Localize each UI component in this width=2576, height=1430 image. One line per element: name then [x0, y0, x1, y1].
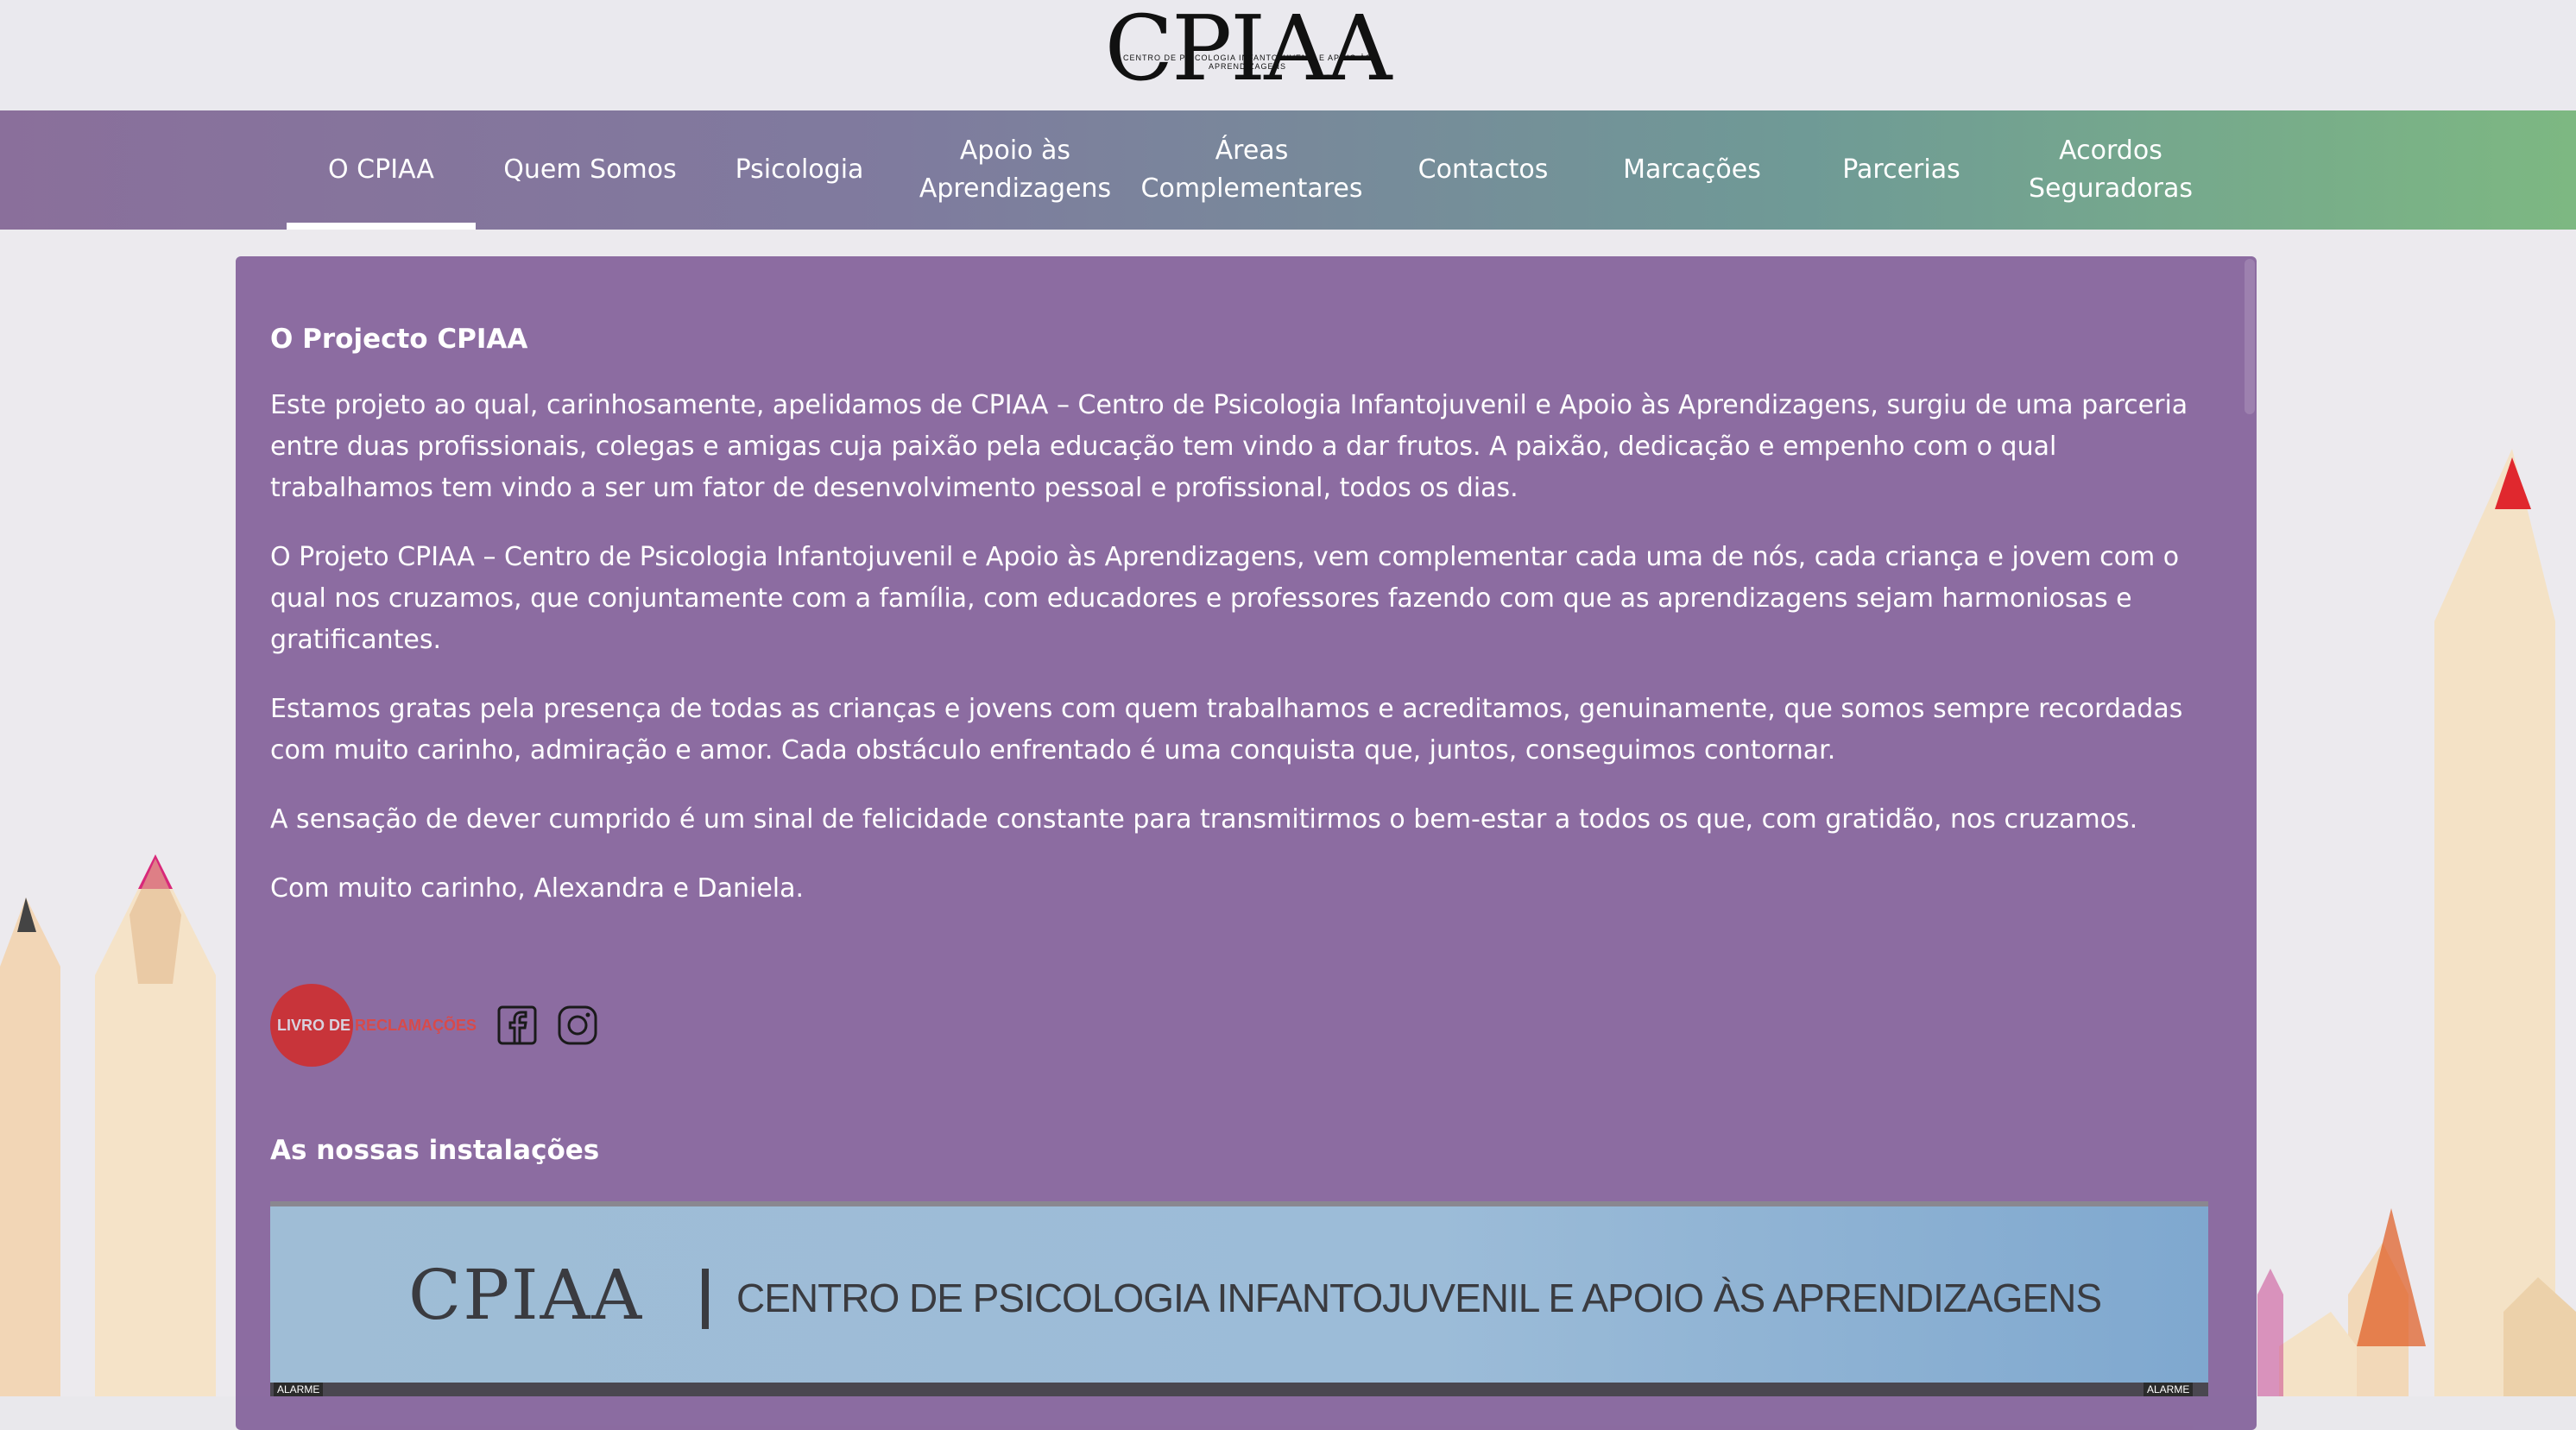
- nav-item-quem-somos[interactable]: Quem Somos: [488, 110, 692, 230]
- signature-paragraph: Com muito carinho, Alexandra e Daniela.: [270, 873, 805, 904]
- sign-divider: [702, 1269, 709, 1329]
- instagram-icon[interactable]: [557, 1005, 598, 1046]
- facebook-icon[interactable]: [496, 1005, 538, 1046]
- livro-reclamacoes-part2: RECLAMAÇÕES: [355, 1017, 477, 1034]
- paragraph: O Projeto CPIAA – Centro de Psicologia I…: [270, 542, 2180, 655]
- livro-reclamacoes-text: LIVRO DE RECLAMAÇÕES: [277, 1013, 477, 1037]
- paragraph: A sensação de dever cumprido é um sinal …: [270, 804, 2138, 835]
- scrollbar-thumb[interactable]: [2245, 259, 2255, 414]
- facilities-photo: CPIAA CENTRO DE PSICOLOGIA INFANTOJUVENI…: [270, 1201, 2208, 1396]
- sign-full-name: CENTRO DE PSICOLOGIA INFANTOJUVENIL E AP…: [736, 1276, 2102, 1320]
- nav-label: Áreas Complementares: [1140, 135, 1363, 204]
- facility-sign: CPIAA CENTRO DE PSICOLOGIA INFANTOJUVENI…: [270, 1206, 2208, 1388]
- alarm-label: ALARME: [274, 1383, 324, 1396]
- photo-bottom-strip: [270, 1383, 2208, 1396]
- nav-label: Parcerias: [1842, 154, 1960, 185]
- main-navigation: O CPIAA Quem Somos Psicologia Apoio às A…: [0, 110, 2576, 230]
- paragraph: Estamos gratas pela presença de todas as…: [270, 694, 2183, 765]
- paragraph: Este projeto ao qual, carinhosamente, ap…: [270, 390, 2188, 503]
- nav-label: Quem Somos: [503, 154, 677, 185]
- nav-item-areas-complementares[interactable]: Áreas Complementares: [1127, 110, 1377, 230]
- sign-brand: CPIAA: [408, 1255, 644, 1335]
- links-row: LIVRO DE RECLAMAÇÕES: [270, 984, 702, 1067]
- nav-item-o-cpiaa[interactable]: O CPIAA: [287, 110, 476, 230]
- livro-reclamacoes-link[interactable]: LIVRO DE RECLAMAÇÕES: [270, 984, 486, 1067]
- nav-item-parcerias[interactable]: Parcerias: [1822, 110, 1981, 230]
- livro-reclamacoes-part1: LIVRO DE: [277, 1017, 351, 1034]
- nav-label: Apoio às Aprendizagens: [919, 135, 1112, 204]
- section-title: O Projecto CPIAA: [270, 324, 528, 355]
- logo-text: CPIAA: [1104, 0, 1392, 101]
- logo-subtitle: CENTRO DE PSICOLOGIA INFANTOJUVENIL E AP…: [1122, 54, 1373, 71]
- nav-label: Acordos Seguradoras: [2028, 135, 2194, 204]
- nav-label: Psicologia: [735, 154, 864, 185]
- nav-label: Marcações: [1623, 154, 1761, 185]
- nav-item-psicologia[interactable]: Psicologia: [717, 110, 882, 230]
- alarm-label: ALARME: [2144, 1383, 2194, 1396]
- main-content: O Projecto CPIAA Este projeto ao qual, c…: [270, 319, 2213, 937]
- nav-item-apoio-aprendizagens[interactable]: Apoio às Aprendizagens: [906, 110, 1124, 230]
- nav-item-contactos[interactable]: Contactos: [1398, 110, 1568, 230]
- site-header: CPIAA CENTRO DE PSICOLOGIA INFANTOJUVENI…: [0, 0, 2576, 110]
- nav-item-acordos-seguradoras[interactable]: Acordos Seguradoras: [2011, 110, 2210, 230]
- nav-label: O CPIAA: [328, 154, 434, 185]
- nav-label: Contactos: [1417, 154, 1549, 185]
- facilities-title: As nossas instalações: [270, 1135, 600, 1166]
- nav-item-marcacoes[interactable]: Marcações: [1606, 110, 1778, 230]
- site-logo[interactable]: CPIAA CENTRO DE PSICOLOGIA INFANTOJUVENI…: [1096, 3, 1398, 93]
